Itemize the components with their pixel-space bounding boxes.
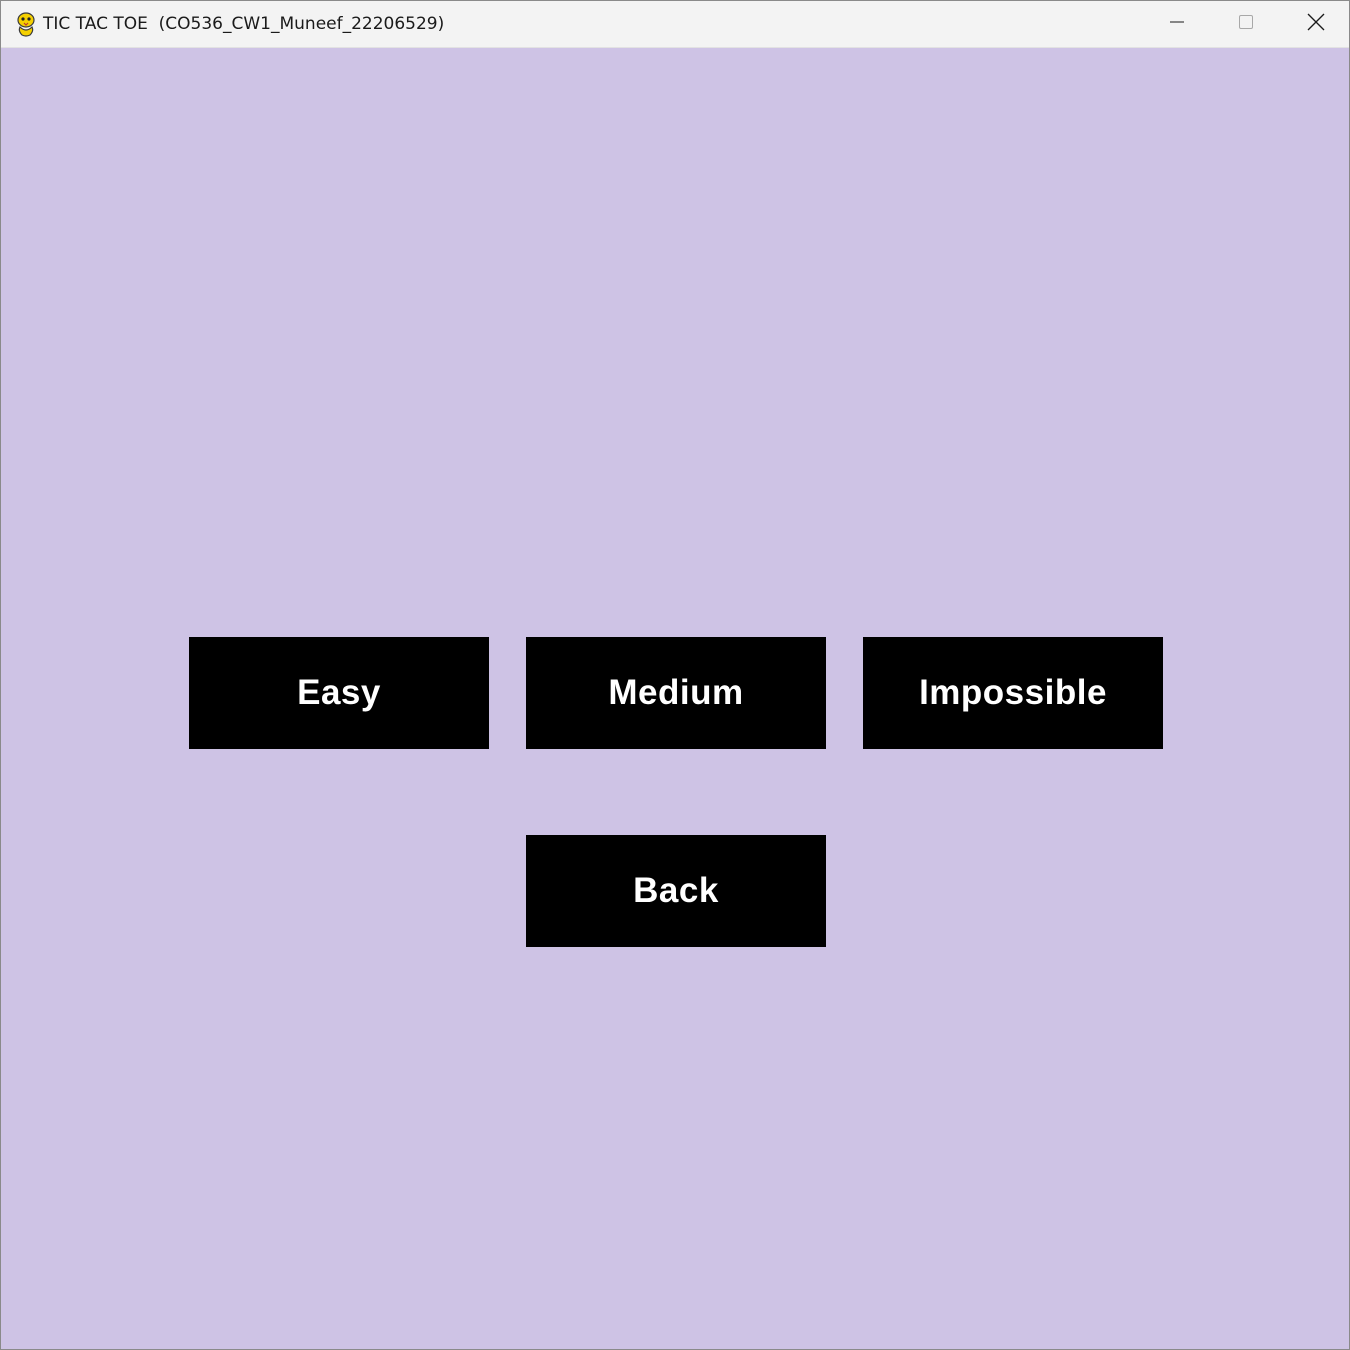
maximize-button[interactable] [1212, 1, 1280, 47]
impossible-button[interactable]: Impossible [863, 637, 1163, 749]
easy-button[interactable]: Easy [189, 637, 489, 749]
minimize-icon [1169, 14, 1185, 34]
title-bar[interactable]: TIC TAC TOE (CO536_CW1_Muneef_22206529) [1, 1, 1349, 48]
close-icon [1307, 13, 1325, 35]
game-surface: Easy Medium Impossible Back [1, 48, 1349, 1349]
window-title: TIC TAC TOE (CO536_CW1_Muneef_22206529) [43, 14, 445, 34]
close-button[interactable] [1282, 1, 1349, 47]
app-window: TIC TAC TOE (CO536_CW1_Muneef_22206529) [0, 0, 1350, 1350]
pygame-snake-icon [14, 11, 38, 37]
minimize-button[interactable] [1143, 1, 1211, 47]
back-button[interactable]: Back [526, 835, 826, 947]
maximize-icon [1238, 14, 1254, 34]
medium-button[interactable]: Medium [526, 637, 826, 749]
